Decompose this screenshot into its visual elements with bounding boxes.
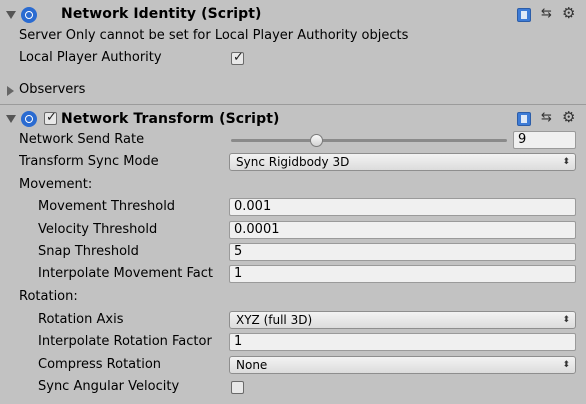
component-title: Network Identity (Script) [61, 6, 262, 22]
compress-rotation-value: None [236, 358, 268, 372]
foldout-expanded-icon[interactable] [6, 11, 16, 19]
gear-icon[interactable]: ⚙ [562, 5, 576, 21]
interpolate-movement-label: Interpolate Movement Fact [38, 266, 214, 281]
component-divider [0, 104, 586, 105]
preset-sliders-icon[interactable]: ⇆ [541, 7, 555, 21]
compress-rotation-dropdown[interactable]: None ⬍ [229, 356, 576, 374]
sync-mode-dropdown[interactable]: Sync Rigidbody 3D ⬍ [229, 153, 576, 171]
authority-warning-text: Server Only cannot be set for Local Play… [19, 28, 409, 43]
preset-sliders-icon[interactable]: ⇆ [541, 111, 555, 125]
send-rate-input[interactable]: 9 [513, 131, 576, 149]
help-book-icon[interactable] [517, 8, 531, 22]
sync-angular-velocity-label: Sync Angular Velocity [38, 379, 180, 394]
movement-section-label: Movement: [19, 177, 93, 192]
dropdown-arrow-icon: ⬍ [562, 157, 570, 167]
rotation-section-label: Rotation: [19, 289, 78, 304]
network-identity-header: Network Identity (Script) ⇆ ⚙ [0, 3, 586, 27]
dropdown-arrow-icon: ⬍ [562, 315, 570, 325]
help-book-icon[interactable] [517, 112, 531, 126]
network-transform-header: ✓ Network Transform (Script) ⇆ ⚙ [0, 107, 586, 131]
velocity-threshold-label: Velocity Threshold [38, 222, 158, 237]
compress-rotation-label: Compress Rotation [38, 357, 162, 372]
component-enabled-checkbox[interactable]: ✓ [44, 110, 57, 125]
send-rate-slider-thumb[interactable] [309, 134, 323, 147]
network-transform-icon [21, 111, 37, 127]
interpolate-rotation-label: Interpolate Rotation Factor [38, 334, 212, 349]
snap-threshold-input[interactable]: 5 [229, 243, 576, 261]
foldout-expanded-icon[interactable] [6, 115, 16, 123]
observers-foldout[interactable]: Observers [19, 82, 85, 97]
sync-mode-label: Transform Sync Mode [19, 154, 159, 169]
checkmark-icon: ✓ [46, 110, 57, 125]
send-rate-slider-track[interactable] [231, 139, 507, 142]
local-player-authority-label: Local Player Authority [19, 50, 162, 65]
sync-mode-value: Sync Rigidbody 3D [236, 155, 350, 169]
snap-threshold-label: Snap Threshold [38, 244, 139, 259]
dropdown-arrow-icon: ⬍ [562, 360, 570, 370]
network-identity-icon [21, 7, 37, 23]
component-title: Network Transform (Script) [61, 111, 280, 127]
sync-angular-velocity-checkbox[interactable] [231, 381, 244, 394]
velocity-threshold-input[interactable]: 0.0001 [229, 221, 576, 239]
gear-icon[interactable]: ⚙ [562, 109, 576, 125]
send-rate-label: Network Send Rate [19, 132, 145, 147]
interpolate-rotation-input[interactable]: 1 [229, 333, 576, 351]
rotation-axis-dropdown[interactable]: XYZ (full 3D) ⬍ [229, 311, 576, 329]
interpolate-movement-input[interactable]: 1 [229, 265, 576, 283]
rotation-axis-value: XYZ (full 3D) [236, 313, 313, 327]
movement-threshold-input[interactable]: 0.001 [229, 198, 576, 216]
rotation-axis-label: Rotation Axis [38, 312, 124, 327]
local-player-authority-checkbox[interactable]: ✓ [231, 50, 244, 65]
foldout-collapsed-icon[interactable] [7, 86, 14, 96]
checkmark-icon: ✓ [233, 50, 244, 65]
movement-threshold-label: Movement Threshold [38, 199, 176, 214]
